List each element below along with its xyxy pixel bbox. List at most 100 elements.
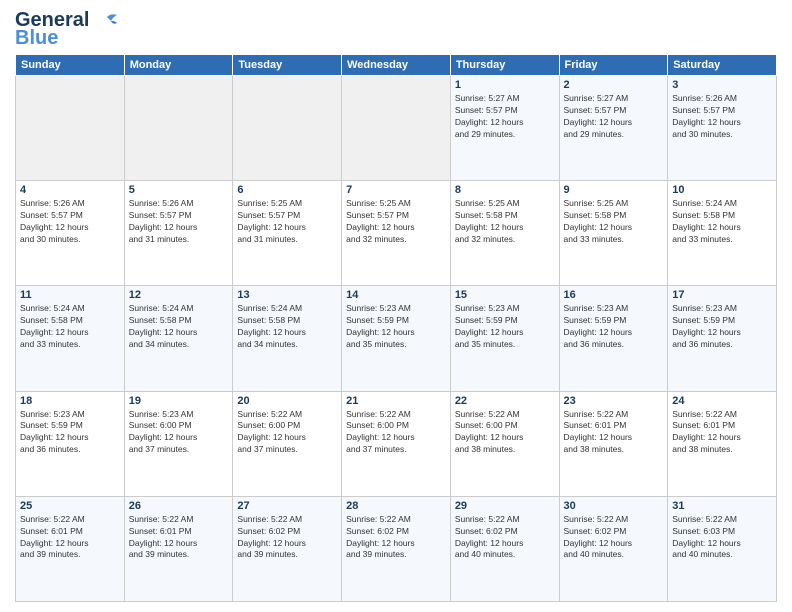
day-info: Sunrise: 5:22 AMSunset: 6:01 PMDaylight:… [564, 409, 664, 457]
calendar-cell: 27 Sunrise: 5:22 AMSunset: 6:02 PMDayligh… [233, 496, 342, 601]
calendar-cell: 21Sunrise: 5:22 AMSunset: 6:00 PMDayligh… [342, 391, 451, 496]
day-number: 15 [455, 289, 555, 301]
weekday-tuesday: Tuesday [233, 55, 342, 76]
calendar-cell: 17Sunrise: 5:23 AMSunset: 5:59 PMDayligh… [668, 286, 777, 391]
calendar-cell: 23 Sunrise: 5:22 AMSunset: 6:01 PMDayligh… [559, 391, 668, 496]
day-info: Sunrise: 5:22 AMSunset: 6:01 PMDaylight:… [672, 409, 772, 457]
week-row-2: 4 Sunrise: 5:26 AMSunset: 5:57 PMDaylight… [16, 181, 777, 286]
calendar-cell [342, 76, 451, 181]
calendar-cell: 30 Sunrise: 5:22 AMSunset: 6:02 PMDayligh… [559, 496, 668, 601]
day-number: 22 [455, 395, 555, 407]
calendar-cell: 14Sunrise: 5:23 AMSunset: 5:59 PMDayligh… [342, 286, 451, 391]
day-number: 9 [564, 184, 664, 196]
day-number: 27 [237, 500, 337, 512]
page: General Blue SundayMondayTuesdayWednesda… [0, 0, 792, 612]
weekday-saturday: Saturday [668, 55, 777, 76]
day-number: 7 [346, 184, 446, 196]
day-info: Sunrise: 5:22 AMSunset: 6:02 PMDaylight:… [237, 514, 337, 562]
calendar-cell: 19 Sunrise: 5:23 AMSunset: 6:00 PMDayligh… [124, 391, 233, 496]
day-info: Sunrise: 5:25 AMSunset: 5:57 PMDaylight:… [237, 198, 337, 246]
weekday-sunday: Sunday [16, 55, 125, 76]
day-info: Sunrise: 5:24 AMSunset: 5:58 PMDaylight:… [672, 198, 772, 246]
day-number: 12 [129, 289, 229, 301]
day-number: 6 [237, 184, 337, 196]
calendar-cell: 18 Sunrise: 5:23 AMSunset: 5:59 PMDayligh… [16, 391, 125, 496]
calendar-cell: 7 Sunrise: 5:25 AMSunset: 5:57 PMDaylight… [342, 181, 451, 286]
calendar-cell: 5 Sunrise: 5:26 AMSunset: 5:57 PMDaylight… [124, 181, 233, 286]
day-info: Sunrise: 5:25 AMSunset: 5:58 PMDaylight:… [455, 198, 555, 246]
calendar-cell: 4 Sunrise: 5:26 AMSunset: 5:57 PMDaylight… [16, 181, 125, 286]
week-row-3: 11 Sunrise: 5:24 AMSunset: 5:58 PMDayligh… [16, 286, 777, 391]
day-info: Sunrise: 5:22 AMSunset: 6:01 PMDaylight:… [20, 514, 120, 562]
logo-bird-icon [97, 13, 119, 29]
week-row-5: 25Sunrise: 5:22 AMSunset: 6:01 PMDayligh… [16, 496, 777, 601]
calendar-cell [124, 76, 233, 181]
calendar-cell: 26 Sunrise: 5:22 AMSunset: 6:01 PMDayligh… [124, 496, 233, 601]
weekday-header-row: SundayMondayTuesdayWednesdayThursdayFrid… [16, 55, 777, 76]
day-info: Sunrise: 5:22 AMSunset: 6:02 PMDaylight:… [346, 514, 446, 562]
calendar-cell: 20Sunrise: 5:22 AMSunset: 6:00 PMDayligh… [233, 391, 342, 496]
calendar-cell: 29 Sunrise: 5:22 AMSunset: 6:02 PMDayligh… [450, 496, 559, 601]
day-info: Sunrise: 5:24 AMSunset: 5:58 PMDaylight:… [20, 303, 120, 351]
calendar-cell: 1 Sunrise: 5:27 AMSunset: 5:57 PMDaylight… [450, 76, 559, 181]
calendar-cell [233, 76, 342, 181]
day-info: Sunrise: 5:24 AMSunset: 5:58 PMDaylight:… [237, 303, 337, 351]
weekday-wednesday: Wednesday [342, 55, 451, 76]
calendar-cell: 28 Sunrise: 5:22 AMSunset: 6:02 PMDayligh… [342, 496, 451, 601]
day-number: 19 [129, 395, 229, 407]
calendar-cell [16, 76, 125, 181]
day-number: 24 [672, 395, 772, 407]
day-number: 4 [20, 184, 120, 196]
day-number: 8 [455, 184, 555, 196]
day-info: Sunrise: 5:25 AMSunset: 5:58 PMDaylight:… [564, 198, 664, 246]
day-number: 1 [455, 79, 555, 91]
week-row-1: 1 Sunrise: 5:27 AMSunset: 5:57 PMDaylight… [16, 76, 777, 181]
weekday-monday: Monday [124, 55, 233, 76]
day-info: Sunrise: 5:23 AMSunset: 5:59 PMDaylight:… [564, 303, 664, 351]
day-number: 2 [564, 79, 664, 91]
day-info: Sunrise: 5:22 AMSunset: 6:03 PMDaylight:… [672, 514, 772, 562]
day-info: Sunrise: 5:26 AMSunset: 5:57 PMDaylight:… [129, 198, 229, 246]
calendar-cell: 6 Sunrise: 5:25 AMSunset: 5:57 PMDaylight… [233, 181, 342, 286]
calendar-cell: 8 Sunrise: 5:25 AMSunset: 5:58 PMDaylight… [450, 181, 559, 286]
day-info: Sunrise: 5:23 AMSunset: 5:59 PMDaylight:… [346, 303, 446, 351]
day-number: 11 [20, 289, 120, 301]
calendar-cell: 24 Sunrise: 5:22 AMSunset: 6:01 PMDayligh… [668, 391, 777, 496]
day-info: Sunrise: 5:23 AMSunset: 5:59 PMDaylight:… [20, 409, 120, 457]
day-number: 26 [129, 500, 229, 512]
calendar-cell: 16 Sunrise: 5:23 AMSunset: 5:59 PMDayligh… [559, 286, 668, 391]
day-info: Sunrise: 5:22 AMSunset: 6:02 PMDaylight:… [455, 514, 555, 562]
day-info: Sunrise: 5:25 AMSunset: 5:57 PMDaylight:… [346, 198, 446, 246]
header: General Blue [15, 10, 777, 48]
weekday-friday: Friday [559, 55, 668, 76]
day-info: Sunrise: 5:22 AMSunset: 6:00 PMDaylight:… [346, 409, 446, 457]
day-number: 13 [237, 289, 337, 301]
day-number: 10 [672, 184, 772, 196]
calendar-cell: 15Sunrise: 5:23 AMSunset: 5:59 PMDayligh… [450, 286, 559, 391]
logo: General Blue [15, 10, 119, 48]
day-number: 31 [672, 500, 772, 512]
calendar-cell: 31 Sunrise: 5:22 AMSunset: 6:03 PMDayligh… [668, 496, 777, 601]
day-info: Sunrise: 5:23 AMSunset: 6:00 PMDaylight:… [129, 409, 229, 457]
calendar-cell: 3 Sunrise: 5:26 AMSunset: 5:57 PMDaylight… [668, 76, 777, 181]
day-info: Sunrise: 5:26 AMSunset: 5:57 PMDaylight:… [20, 198, 120, 246]
day-number: 30 [564, 500, 664, 512]
calendar-cell: 10 Sunrise: 5:24 AMSunset: 5:58 PMDayligh… [668, 181, 777, 286]
logo-blue: Blue [15, 28, 58, 48]
day-info: Sunrise: 5:22 AMSunset: 6:01 PMDaylight:… [129, 514, 229, 562]
day-number: 5 [129, 184, 229, 196]
day-number: 16 [564, 289, 664, 301]
calendar-cell: 22 Sunrise: 5:22 AMSunset: 6:00 PMDayligh… [450, 391, 559, 496]
day-number: 28 [346, 500, 446, 512]
calendar-cell: 2Sunrise: 5:27 AMSunset: 5:57 PMDaylight… [559, 76, 668, 181]
week-row-4: 18 Sunrise: 5:23 AMSunset: 5:59 PMDayligh… [16, 391, 777, 496]
day-info: Sunrise: 5:26 AMSunset: 5:57 PMDaylight:… [672, 93, 772, 141]
day-number: 18 [20, 395, 120, 407]
day-number: 23 [564, 395, 664, 407]
day-info: Sunrise: 5:22 AMSunset: 6:00 PMDaylight:… [455, 409, 555, 457]
day-info: Sunrise: 5:27 AMSunset: 5:57 PMDaylight:… [455, 93, 555, 141]
calendar-cell: 25Sunrise: 5:22 AMSunset: 6:01 PMDayligh… [16, 496, 125, 601]
day-info: Sunrise: 5:22 AMSunset: 6:02 PMDaylight:… [564, 514, 664, 562]
day-number: 29 [455, 500, 555, 512]
day-number: 3 [672, 79, 772, 91]
